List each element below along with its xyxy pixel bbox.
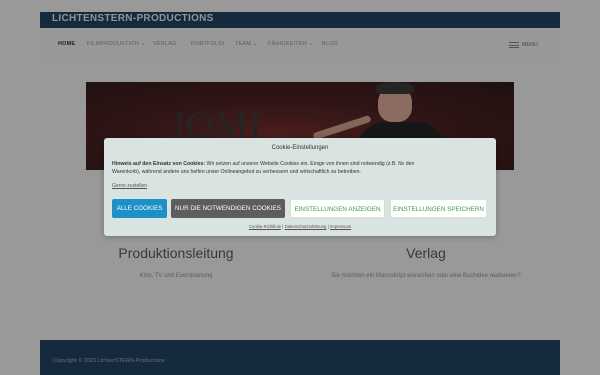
cookie-dialog-title: Cookie-Einstellungen [271,145,329,151]
imprint-link[interactable]: Impressum [330,224,351,229]
cookie-legal-links: Cookie-Richtlinie | Datenschutzerklärung… [248,224,352,229]
accept-all-cookies-button[interactable]: ALLE COOKIES [112,199,167,218]
cookie-learn-more-link[interactable]: Gerne zustellen [112,183,147,189]
necessary-cookies-button[interactable]: NUR DIE NOTWENDIGEN COOKIES [171,199,285,218]
show-settings-button[interactable]: EINSTELLUNGEN ANZEIGEN [290,199,385,218]
save-settings-button[interactable]: EINSTELLUNGEN SPEICHERN [390,199,487,218]
cookie-dialog: Cookie-Einstellungen Hinweis auf den Ein… [104,138,496,236]
privacy-policy-link[interactable]: Datenschutzerklärung [285,224,327,229]
cookie-policy-link[interactable]: Cookie-Richtlinie [249,224,281,229]
cookie-notice-heading: Hinweis auf den Einsatz von Cookies: [112,161,206,167]
cookie-notice: Hinweis auf den Einsatz von Cookies: Wir… [112,161,432,177]
